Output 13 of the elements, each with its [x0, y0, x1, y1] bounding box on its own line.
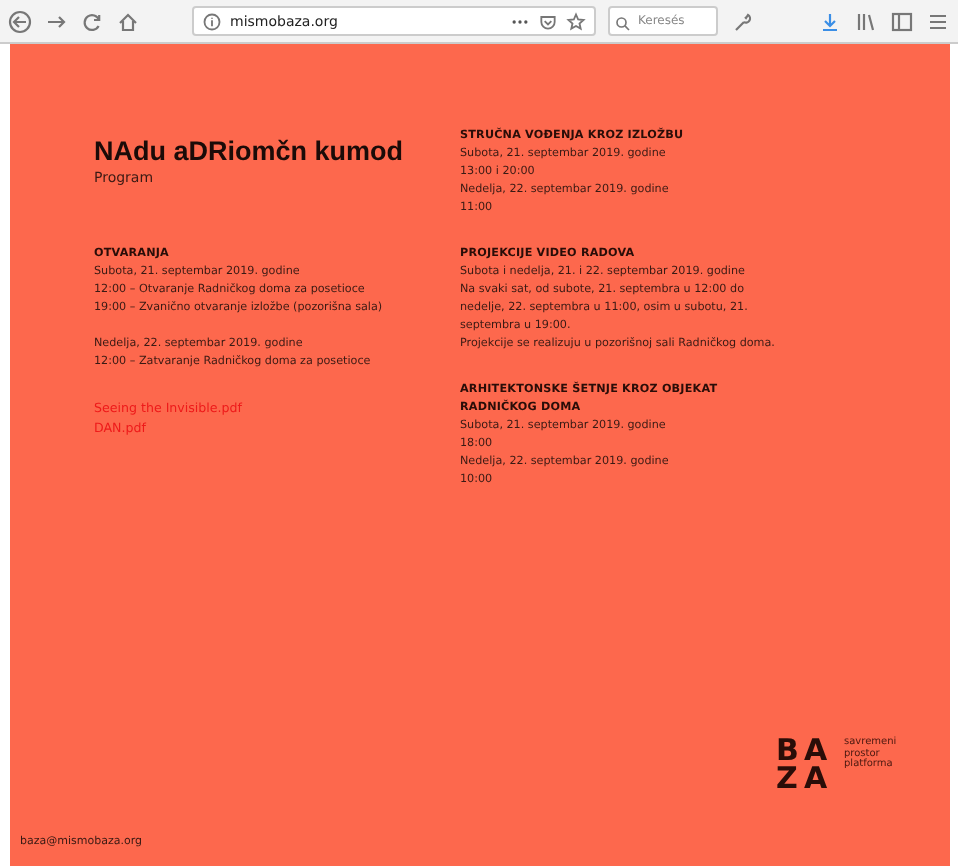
reload-icon[interactable] — [80, 9, 104, 33]
info-icon[interactable] — [202, 9, 222, 33]
back-icon[interactable] — [8, 9, 32, 33]
search-icon[interactable] — [614, 12, 632, 36]
wrench-icon[interactable] — [730, 9, 754, 33]
home-icon[interactable] — [116, 9, 140, 33]
star-icon[interactable] — [566, 9, 586, 33]
download-icon[interactable] — [818, 9, 842, 33]
page-title: NAdu aDRiomčn kumod — [94, 136, 406, 166]
logo-letters: B A Z A — [776, 736, 830, 792]
menu-icon[interactable] — [926, 9, 950, 33]
library-icon[interactable] — [854, 9, 878, 33]
sidebar-icon[interactable] — [890, 9, 914, 33]
